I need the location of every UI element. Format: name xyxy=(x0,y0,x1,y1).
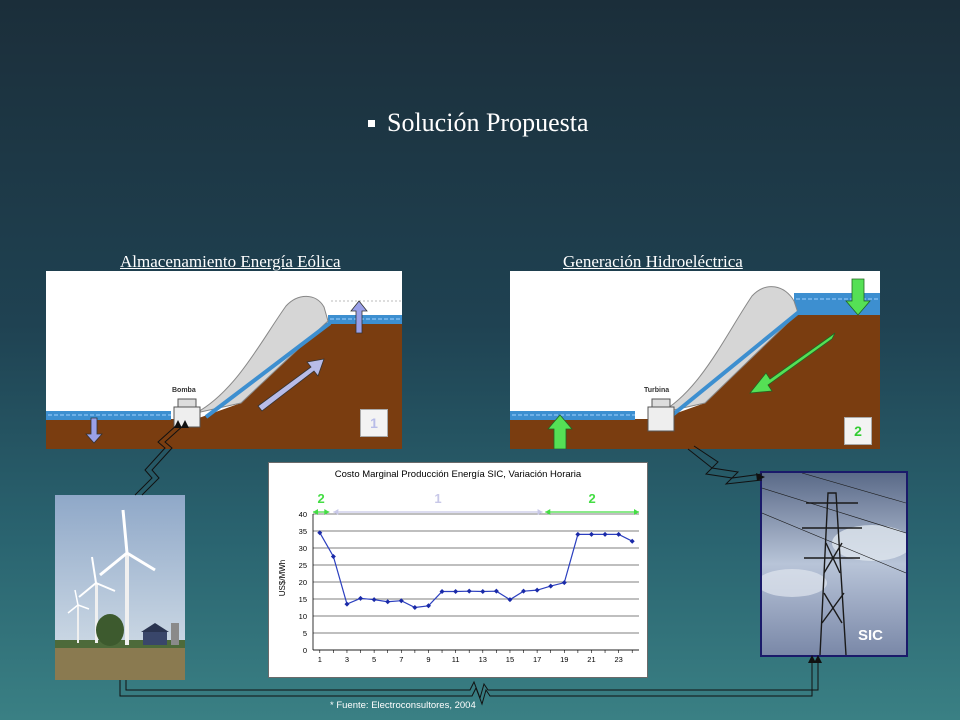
y-tick-label: 40 xyxy=(299,510,307,519)
data-point xyxy=(602,531,608,537)
x-tick-label: 19 xyxy=(560,655,568,664)
data-point xyxy=(371,597,377,603)
y-tick-label: 35 xyxy=(299,527,307,536)
data-point xyxy=(616,531,622,537)
y-tick-label: 30 xyxy=(299,544,307,553)
data-point xyxy=(548,583,554,589)
y-tick-label: 10 xyxy=(299,612,307,621)
chart-canvas: Costo Marginal Producción Energía SIC, V… xyxy=(278,469,639,664)
chart-title: Costo Marginal Producción Energía SIC, V… xyxy=(335,469,582,480)
data-point xyxy=(385,599,391,605)
x-tick-label: 7 xyxy=(399,655,403,664)
x-tick-label: 21 xyxy=(587,655,595,664)
data-point xyxy=(575,531,581,537)
x-tick-label: 3 xyxy=(345,655,349,664)
data-point xyxy=(453,589,459,595)
period-band-label: 1 xyxy=(434,491,441,506)
x-tick-label: 13 xyxy=(479,655,487,664)
data-point xyxy=(330,554,336,559)
y-tick-label: 15 xyxy=(299,595,307,604)
x-tick-label: 11 xyxy=(452,655,460,664)
data-point xyxy=(358,595,364,601)
period-band-label: 2 xyxy=(318,491,325,506)
data-point xyxy=(412,605,418,610)
data-point xyxy=(588,531,594,537)
data-point xyxy=(480,589,486,595)
series-line xyxy=(319,532,633,609)
chart-y-axis-label: US$/MWh xyxy=(278,560,287,596)
source-note: * Fuente: Electroconsultores, 2004 xyxy=(330,700,476,711)
y-tick-label: 0 xyxy=(303,646,307,655)
data-point xyxy=(561,580,567,586)
x-tick-label: 1 xyxy=(318,655,322,664)
x-tick-label: 17 xyxy=(533,655,541,664)
y-tick-label: 20 xyxy=(299,578,307,587)
period-band-label: 2 xyxy=(589,491,596,506)
x-tick-label: 5 xyxy=(372,655,376,664)
data-point xyxy=(344,601,350,607)
y-tick-label: 25 xyxy=(299,561,307,570)
x-tick-label: 23 xyxy=(614,655,622,664)
y-tick-label: 5 xyxy=(303,629,307,638)
x-tick-label: 9 xyxy=(426,655,430,664)
marginal-cost-chart: Costo Marginal Producción Energía SIC, V… xyxy=(268,462,648,678)
x-tick-label: 15 xyxy=(506,655,514,664)
data-point xyxy=(466,588,472,594)
data-point xyxy=(534,587,540,593)
data-point xyxy=(629,538,635,544)
